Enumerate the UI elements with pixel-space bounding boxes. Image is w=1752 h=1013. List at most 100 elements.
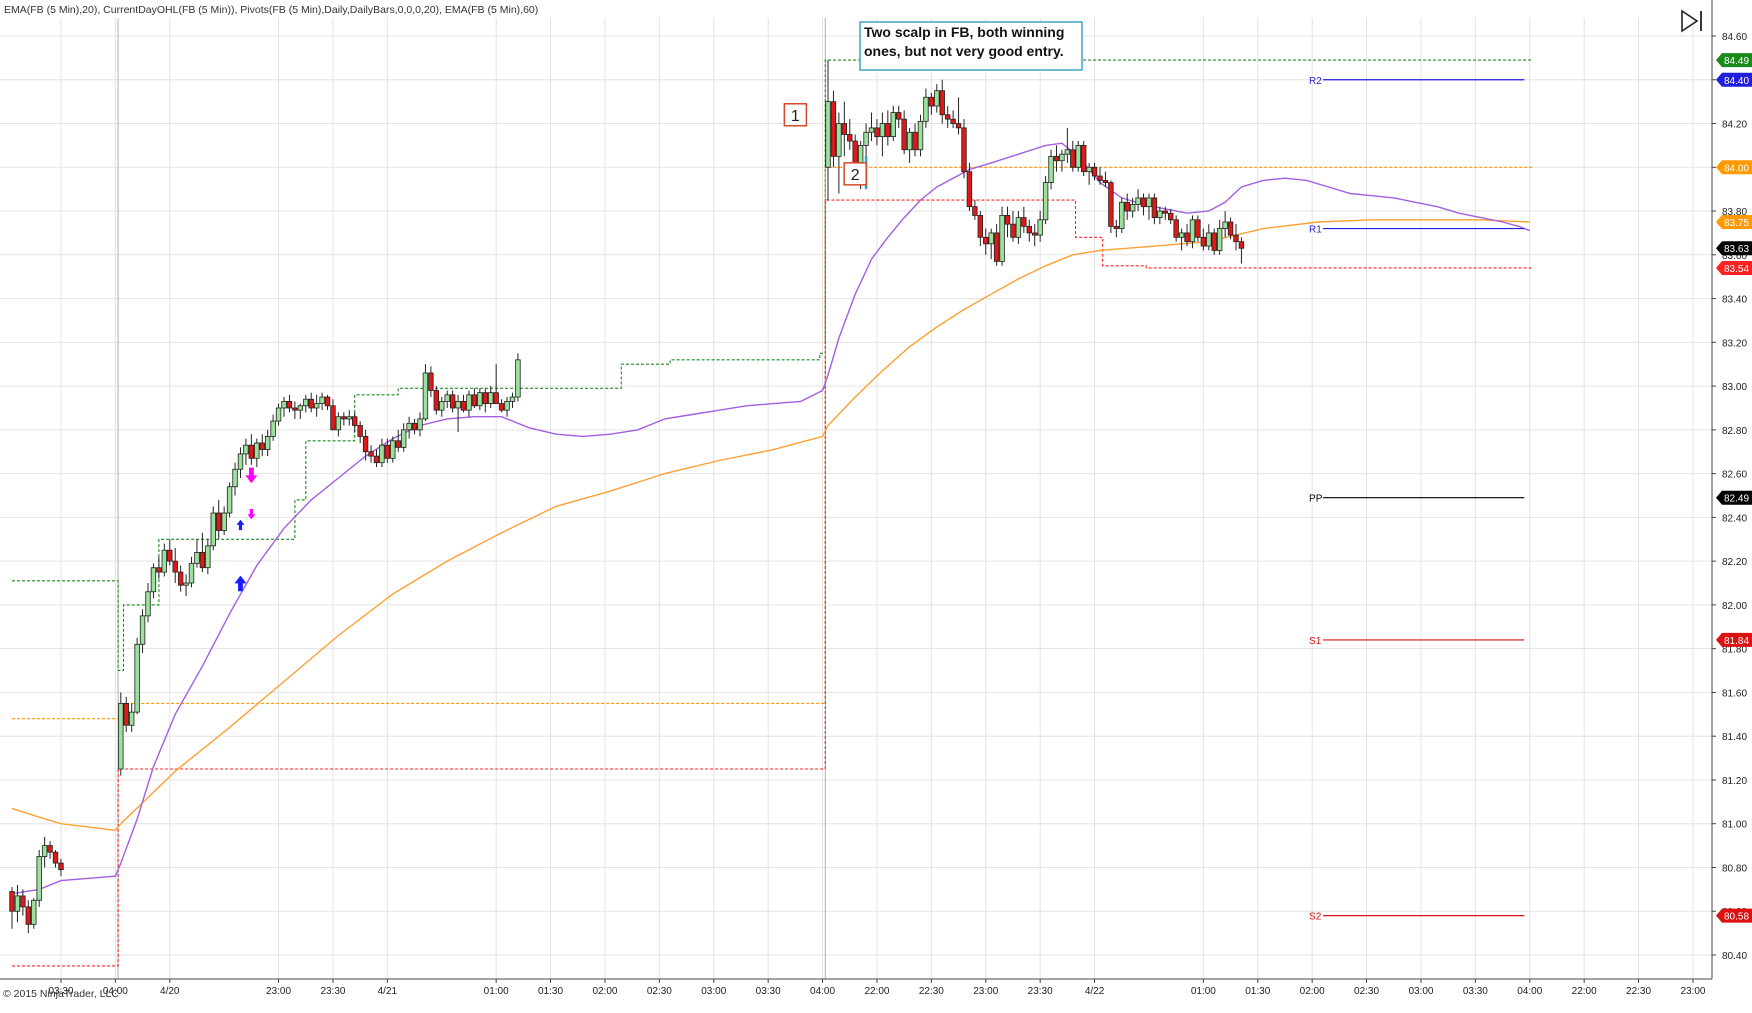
price-tag-label: 80.58	[1724, 912, 1749, 923]
x-tick-label: 01:30	[1245, 986, 1270, 997]
candle	[1119, 197, 1125, 233]
marker-box: 1	[783, 103, 808, 127]
candle	[1222, 211, 1228, 238]
sell-arrow-icon	[245, 467, 258, 484]
candle-body	[194, 551, 200, 564]
y-tick-label: 82.20	[1722, 557, 1747, 568]
candle-body	[161, 549, 168, 573]
annotation-box[interactable]: Two scalp in FB, both winning ones, but …	[859, 21, 1083, 71]
candle-body	[395, 440, 401, 448]
candle	[944, 106, 951, 128]
x-tick-label: 04:00	[810, 986, 835, 997]
x-tick-label: 4/20	[160, 986, 180, 997]
price-tag-label: 83.63	[1724, 244, 1749, 255]
annotation-line-2: ones, but not very good entry.	[864, 43, 1064, 59]
candle-body	[357, 425, 363, 437]
candle	[41, 836, 48, 868]
candle-body	[1173, 219, 1179, 238]
candle-body	[1211, 232, 1217, 251]
candle	[1026, 219, 1032, 242]
candle	[183, 574, 189, 597]
candle-body	[47, 845, 53, 853]
candle-body	[221, 512, 227, 531]
candle	[1195, 215, 1201, 242]
candle	[395, 429, 401, 452]
candle	[368, 445, 374, 463]
ema-20-line	[11, 142, 1531, 895]
candle	[983, 228, 989, 255]
candle	[934, 84, 940, 113]
candle	[36, 849, 42, 907]
price-tag: 83.75	[1716, 214, 1752, 229]
x-tick-label: 23:00	[1680, 986, 1705, 997]
y-tick-label: 83.40	[1722, 295, 1747, 306]
candle-body	[466, 394, 472, 411]
play-end-icon[interactable]	[1681, 9, 1702, 33]
candle	[471, 388, 478, 408]
y-tick-label: 84.60	[1722, 32, 1747, 43]
y-tick-label: 84.20	[1722, 120, 1747, 131]
candle	[384, 438, 391, 463]
price-tag-label: 83.54	[1724, 264, 1749, 275]
candle	[47, 841, 53, 859]
candle-body	[417, 418, 423, 431]
chart-panel[interactable]: R2R1PPS1S2 80.4080.6080.8081.0081.2081.4…	[0, 0, 1752, 1008]
candle-body	[313, 403, 320, 409]
price-chart[interactable]: R2R1PPS1S2 80.4080.6080.8081.0081.2081.4…	[0, 0, 1752, 1008]
y-tick-label: 82.60	[1722, 470, 1747, 481]
candle-body	[863, 131, 869, 146]
candle	[1010, 211, 1016, 242]
candle	[449, 390, 456, 413]
candle	[259, 434, 265, 457]
y-tick-label: 83.00	[1722, 382, 1747, 393]
candle-body	[950, 118, 956, 124]
candle	[993, 224, 1000, 266]
candle	[1075, 141, 1081, 172]
candle-body	[1026, 225, 1032, 234]
candle	[515, 353, 521, 402]
candle-body	[36, 856, 42, 901]
candle-body	[999, 215, 1005, 262]
candle	[885, 110, 891, 146]
candle-body	[188, 562, 195, 584]
candle	[199, 532, 206, 573]
candle	[205, 539, 211, 575]
candle	[1200, 228, 1207, 251]
candle-body	[1053, 155, 1060, 162]
candle	[1080, 141, 1087, 177]
x-tick-label: 22:00	[1572, 986, 1597, 997]
candle	[1146, 193, 1152, 220]
candle-body	[482, 392, 488, 404]
candle-body	[896, 112, 902, 120]
candle-body	[830, 101, 837, 157]
candle	[509, 392, 516, 408]
candle-body	[1146, 197, 1152, 208]
candle-body	[308, 398, 314, 409]
candle	[901, 110, 907, 155]
candle-body	[1151, 197, 1158, 219]
candle-body	[504, 401, 510, 411]
candle-body	[1222, 221, 1228, 229]
pivot-pp-label: PP	[1309, 494, 1323, 505]
candle-body	[515, 359, 521, 398]
candle	[297, 403, 304, 419]
candle	[118, 692, 124, 776]
candle	[346, 410, 352, 426]
candle-body	[346, 416, 352, 420]
candle	[972, 200, 978, 220]
ema-20-layer	[11, 142, 1531, 895]
y-tick-label: 82.40	[1722, 513, 1747, 524]
candle	[955, 97, 962, 135]
x-tick-label: 4/21	[378, 986, 398, 997]
candle-body	[264, 436, 271, 450]
candle	[411, 418, 418, 435]
candle-body	[901, 118, 907, 151]
price-tag-label: 84.00	[1724, 163, 1749, 174]
candle-body	[1124, 201, 1130, 212]
candle-body	[944, 114, 951, 120]
candle-body	[1135, 197, 1141, 205]
candle	[172, 548, 178, 584]
candle-body	[167, 549, 173, 562]
candle	[303, 394, 309, 413]
candle	[275, 403, 282, 426]
